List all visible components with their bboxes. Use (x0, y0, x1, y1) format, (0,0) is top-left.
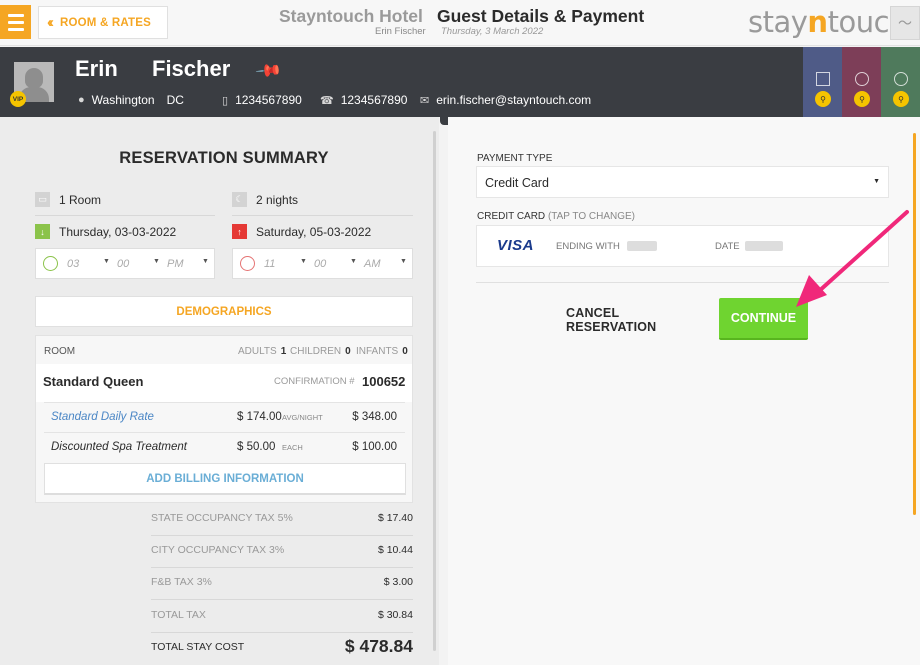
confirmation-label: CONFIRMATION # (274, 376, 355, 387)
chevron-down-icon: ▼ (873, 178, 880, 185)
chevron-down-icon: ▼ (350, 258, 357, 265)
add-billing-information-button[interactable]: ADD BILLING INFORMATION (44, 463, 406, 495)
payment-type-value: Credit Card (485, 176, 549, 190)
departure-date: ↑ Saturday, 05-03-2022 (232, 224, 371, 239)
adults-count: ADULTS 1 (238, 346, 287, 357)
back-to-room-rates-button[interactable]: ‹‹ ROOM & RATES (38, 6, 168, 39)
guest-phone[interactable]: ☎ 1234567890 (320, 93, 407, 107)
pulse-icon: 〜 (898, 15, 912, 31)
vip-badge: VIP (10, 91, 26, 107)
guest-location: ● Washington DC (78, 93, 184, 107)
stayntouch-logo: stayntouch (748, 5, 907, 39)
total-tax-row: TOTAL TAX $ 30.84 (151, 609, 413, 621)
guest-last-name[interactable]: Fischer (152, 56, 230, 82)
guest-mobile[interactable]: ▯ 1234567890 (222, 93, 302, 107)
visa-logo: VISA (497, 237, 535, 254)
tax-row: F&B TAX 3% $ 3.00 (151, 576, 413, 588)
rate-row: Standard Daily Rate $ 174.00 AVG/NIGHT $… (44, 402, 405, 432)
room-count: ▭ 1 Room (35, 192, 101, 207)
search-icon: ⚲ (815, 91, 831, 107)
credit-card-label: CREDIT CARD (TAP TO CHANGE) (477, 211, 635, 222)
rate-name-link[interactable]: Standard Daily Rate (51, 411, 154, 423)
clock-icon (43, 256, 58, 271)
total-stay-cost-label: TOTAL STAY COST (151, 641, 245, 653)
departure-hour[interactable]: 11 (264, 258, 275, 270)
scrollbar[interactable] (913, 133, 916, 515)
payment-panel (448, 117, 920, 665)
cancel-reservation-button[interactable]: CANCEL RESERVATION (566, 302, 712, 338)
activity-button[interactable]: 〜 (890, 6, 920, 40)
menu-button[interactable] (0, 5, 31, 39)
guest-card-tile[interactable]: ⚲ (842, 47, 881, 117)
building-icon (816, 72, 830, 86)
total-stay-cost-value: $ 478.84 (344, 636, 413, 656)
hotel-name: Stayntouch Hotel (279, 6, 423, 26)
arrival-hour[interactable]: 03 (67, 258, 79, 270)
chevron-down-icon: ▼ (400, 258, 407, 265)
guest-city: Washington (91, 93, 155, 107)
globe-icon (855, 72, 869, 86)
rings-icon (894, 72, 908, 86)
infants-count: INFANTS 0 (356, 346, 408, 357)
children-count: CHILDREN 0 (290, 346, 351, 357)
guest-first-name[interactable]: Erin (75, 56, 118, 82)
page-title: Guest Details & Payment (437, 6, 645, 26)
expiry-date-label: DATE (715, 241, 740, 252)
departure-ampm[interactable]: AM (364, 258, 381, 270)
tax-row: CITY OCCUPANCY TAX 3% $ 10.44 (151, 544, 413, 556)
clock-icon (240, 256, 255, 271)
arrival-date: ↓ Thursday, 03-03-2022 (35, 224, 176, 239)
departure-time-picker[interactable]: 11 ▼ 00 ▼ AM ▼ (232, 248, 413, 279)
arrival-ampm[interactable]: PM (167, 258, 184, 270)
back-button-label: ROOM & RATES (60, 16, 151, 29)
tax-row: STATE OCCUPANCY TAX 5% $ 17.40 (151, 512, 413, 524)
night-count: ☾ 2 nights (232, 192, 298, 207)
search-icon: ⚲ (893, 91, 909, 107)
guest-card-tile[interactable]: ⚲ (803, 47, 842, 117)
search-icon: ⚲ (854, 91, 870, 107)
hamburger-icon (7, 13, 24, 17)
ending-with-label: ENDING WITH (556, 241, 620, 252)
guest-header: VIP Erin Fischer 📌 ● Washington DC ▯ 123… (0, 47, 920, 117)
room-type: Standard Queen (43, 374, 144, 389)
phone-icon: ☎ (320, 94, 334, 107)
credit-card-selector[interactable]: VISA ENDING WITH DATE (476, 225, 889, 267)
masked-card-number (627, 241, 657, 251)
bed-icon: ▭ (35, 192, 50, 207)
top-bar: ‹‹ ROOM & RATES Stayntouch Hotel Erin Fi… (0, 0, 920, 46)
confirmation-number: 100652 (362, 374, 406, 389)
guest-card-tiles: ⚲ ⚲ ⚲ (803, 47, 920, 117)
mobile-phone-icon: ▯ (222, 94, 229, 107)
pushpin-icon[interactable]: 📌 (254, 57, 283, 86)
chevron-down-icon: ▼ (202, 258, 209, 265)
arrow-up-icon: ↑ (232, 224, 247, 239)
continue-button[interactable]: CONTINUE (719, 298, 808, 340)
location-pin-icon: ● (78, 94, 85, 106)
demographics-button[interactable]: DEMOGRAPHICS (35, 296, 413, 327)
chevron-down-icon: ▼ (103, 258, 110, 265)
room-card: ROOM ADULTS 1 CHILDREN 0 INFANTS 0 Standard… (35, 335, 413, 503)
arrow-down-icon: ↓ (35, 224, 50, 239)
room-label: ROOM (44, 346, 76, 357)
chevron-down-icon: ▼ (153, 258, 160, 265)
chevron-down-icon: ▼ (300, 258, 307, 265)
addon-name: Discounted Spa Treatment (51, 441, 187, 453)
departure-minute[interactable]: 00 (314, 258, 326, 270)
email-icon: ✉ (420, 94, 430, 107)
addon-row: Discounted Spa Treatment $ 50.00 EACH $ … (44, 432, 405, 462)
arrival-time-picker[interactable]: 03 ▼ 00 ▼ PM ▼ (35, 248, 215, 279)
reservation-summary-title: RESERVATION SUMMARY (119, 149, 329, 167)
arrival-minute[interactable]: 00 (117, 258, 129, 270)
masked-expiry-date (745, 241, 783, 251)
payment-type-label: PAYMENT TYPE (477, 153, 553, 164)
scrollbar[interactable] (433, 131, 436, 651)
moon-icon: ☾ (232, 192, 247, 207)
double-chevron-left-icon: ‹‹ (47, 14, 54, 31)
guest-state: DC (166, 93, 184, 107)
payment-type-select[interactable]: Credit Card ▼ (476, 166, 889, 198)
hotel-user: Erin Fischer (375, 26, 426, 37)
guest-email[interactable]: ✉ erin.fischer@stayntouch.com (420, 93, 591, 107)
business-date: Thursday, 3 March 2022 (441, 26, 544, 37)
guest-card-tile[interactable]: ⚲ (881, 47, 920, 117)
